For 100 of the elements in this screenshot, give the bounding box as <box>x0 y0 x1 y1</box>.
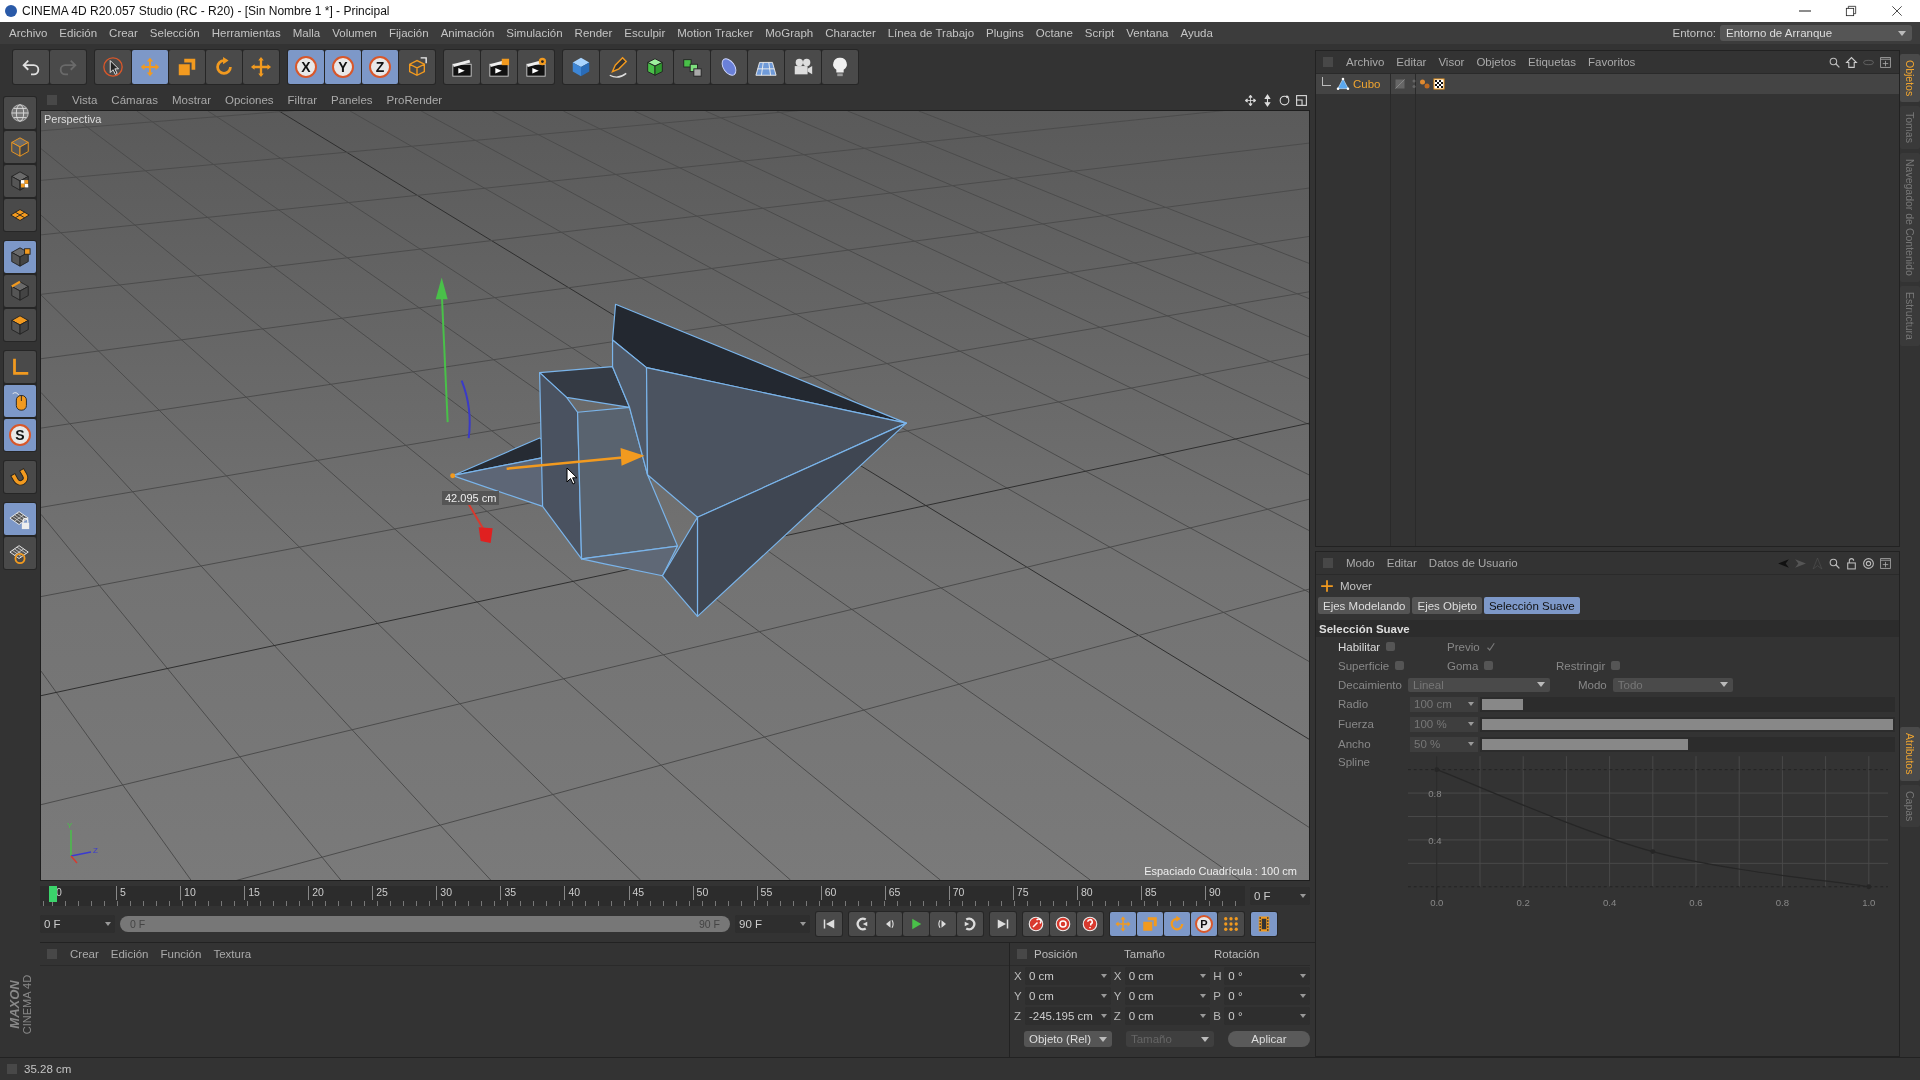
menu-item[interactable]: Selección <box>143 27 206 39</box>
menu-item[interactable]: Script <box>1078 27 1121 39</box>
object-item[interactable]: Cubo <box>1316 74 1390 94</box>
render-picture-button[interactable] <box>481 50 517 84</box>
menu-item[interactable]: Opciones <box>219 94 280 106</box>
slider-track[interactable] <box>1480 696 1895 712</box>
position-field[interactable]: 0 cm <box>1024 987 1111 1005</box>
menu-item[interactable]: Visor <box>1432 56 1471 68</box>
camera-button[interactable] <box>785 50 821 84</box>
workplane-mode-button[interactable] <box>4 199 36 231</box>
keyframe-selection-button[interactable] <box>1077 912 1103 936</box>
prev-key-button[interactable] <box>849 912 875 936</box>
axis-mode-button[interactable] <box>4 351 36 383</box>
z-axis-button[interactable]: Z <box>362 50 398 84</box>
undo-button[interactable] <box>13 50 49 84</box>
points-mode-button[interactable] <box>4 241 36 273</box>
next-key-button[interactable] <box>957 912 983 936</box>
menu-item[interactable]: Ventana <box>1120 27 1175 39</box>
parameter-button[interactable]: P <box>1191 912 1217 936</box>
cursor-button[interactable] <box>95 50 131 84</box>
cloner-cubes-button[interactable] <box>674 50 710 84</box>
menu-item[interactable]: Favoritos <box>1582 56 1642 68</box>
menu-item[interactable]: Plugins <box>980 27 1030 39</box>
menu-item[interactable]: Mostrar <box>166 94 217 106</box>
menu-item[interactable]: Octane <box>1029 27 1079 39</box>
autokey-button[interactable] <box>1050 912 1076 936</box>
render-settings-button[interactable] <box>518 50 554 84</box>
menu-item[interactable]: Ayuda <box>1174 27 1219 39</box>
menu-item[interactable]: Motion Tracker <box>671 27 760 39</box>
checkbox[interactable] <box>1386 642 1396 651</box>
menu-item[interactable]: Objetos <box>1470 56 1523 68</box>
menu-item[interactable]: Edición <box>104 948 155 960</box>
subdivision-cube-button[interactable] <box>637 50 673 84</box>
transform-button[interactable] <box>243 50 279 84</box>
rotate-button[interactable] <box>206 50 242 84</box>
film-strip-button[interactable] <box>1251 912 1277 936</box>
magnet-button[interactable] <box>4 461 36 493</box>
menu-item[interactable]: Archivo <box>3 27 54 39</box>
menu-item[interactable]: Archivo <box>1340 56 1391 68</box>
deformer-button[interactable] <box>711 50 747 84</box>
size-field[interactable]: 0 cm <box>1124 967 1211 985</box>
menu-item[interactable]: Volumen <box>326 27 383 39</box>
tweak-mouse-button[interactable] <box>4 385 36 417</box>
texture-mode-button[interactable] <box>4 165 36 197</box>
floor-grid-button[interactable] <box>748 50 784 84</box>
menu-item[interactable]: Fijación <box>383 27 435 39</box>
tab[interactable]: Selección Suave <box>1483 597 1580 614</box>
rotation-field[interactable]: 0 ° <box>1224 1007 1310 1025</box>
workplane-rotate-button[interactable] <box>4 537 36 569</box>
tab[interactable]: Ejes Objeto <box>1412 597 1482 614</box>
side-tab[interactable]: Objetos <box>1900 54 1920 103</box>
menu-item[interactable]: Función <box>154 948 208 960</box>
render-view-button[interactable] <box>444 50 480 84</box>
coordinate-mode-dropdown[interactable]: Objeto (Rel) <box>1024 1031 1112 1047</box>
menu-item[interactable]: MoGraph <box>759 27 820 39</box>
menu-item[interactable]: Crear <box>64 948 105 960</box>
side-tab[interactable]: Atributos <box>1900 727 1920 781</box>
menu-item[interactable]: Edición <box>53 27 104 39</box>
menu-item[interactable]: Cámaras <box>105 94 164 106</box>
slider-track[interactable] <box>1480 736 1895 752</box>
rotation-field[interactable]: 0 ° <box>1224 987 1310 1005</box>
pen-button[interactable] <box>600 50 636 84</box>
menu-item[interactable]: Vista <box>66 94 104 106</box>
play-button[interactable] <box>903 912 929 936</box>
make-editable-button[interactable] <box>4 97 36 129</box>
end-frame-field[interactable]: 90 F <box>735 915 810 933</box>
current-frame-field[interactable]: 0 F <box>1250 887 1310 905</box>
menu-item[interactable]: Esculpir <box>618 27 672 39</box>
menu-item[interactable]: Character <box>819 27 882 39</box>
menu-item[interactable]: Editar <box>1380 557 1423 569</box>
point-grid-button[interactable] <box>1218 912 1244 936</box>
environment-dropdown[interactable]: Entorno de Arranque <box>1720 25 1912 41</box>
x-axis-button[interactable]: X <box>288 50 324 84</box>
next-frame-button[interactable] <box>930 912 956 936</box>
solo-button[interactable]: S <box>4 419 36 451</box>
apply-button[interactable]: Aplicar <box>1227 1031 1310 1047</box>
menu-item[interactable]: Editar <box>1390 56 1433 68</box>
menu-item[interactable]: Animación <box>434 27 501 39</box>
size-field[interactable]: 0 cm <box>1124 987 1211 1005</box>
menu-item[interactable]: Textura <box>207 948 258 960</box>
menu-item[interactable]: Crear <box>103 27 144 39</box>
menu-item[interactable]: Modo <box>1340 557 1381 569</box>
position-field[interactable]: -245.195 cm <box>1024 1007 1111 1025</box>
model-mode-button[interactable] <box>4 131 36 163</box>
menu-item[interactable]: Línea de Trabajo <box>881 27 981 39</box>
menu-item[interactable]: Simulación <box>500 27 569 39</box>
rotation-field[interactable]: 0 ° <box>1224 967 1310 985</box>
cube-button[interactable] <box>563 50 599 84</box>
size-field[interactable]: 0 cm <box>1124 1007 1211 1025</box>
scale-button[interactable] <box>169 50 205 84</box>
tab[interactable]: Ejes Modelando <box>1318 597 1411 614</box>
coordinate-system-button[interactable] <box>399 50 435 84</box>
menu-item[interactable]: Datos de Usuario <box>1422 557 1524 569</box>
menu-item[interactable]: ProRender <box>380 94 449 106</box>
menu-item[interactable]: Etiquetas <box>1522 56 1582 68</box>
menu-item[interactable]: Render <box>568 27 619 39</box>
workplane-lock-button[interactable] <box>4 503 36 535</box>
record-button[interactable] <box>1023 912 1049 936</box>
position-field[interactable]: 0 cm <box>1024 967 1111 985</box>
go-end-button[interactable] <box>990 912 1016 936</box>
